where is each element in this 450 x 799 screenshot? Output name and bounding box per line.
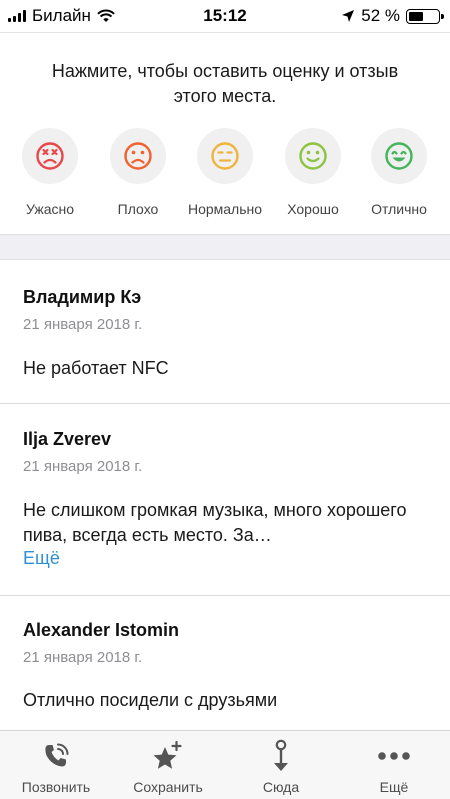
review-text: Не работает NFC: [23, 358, 169, 378]
review-item[interactable]: Владимир Кэ 21 января 2018 г. Не работае…: [0, 260, 450, 404]
tab-save-label: Сохранить: [133, 779, 203, 795]
battery-level-fill: [409, 11, 424, 21]
rating-prompt: Нажмите, чтобы оставить оценку и отзыв э…: [51, 61, 399, 106]
rating-option-good[interactable]: Хорошо: [268, 128, 358, 217]
rating-option-bad[interactable]: Плохо: [93, 128, 183, 217]
tab-save[interactable]: Сохранить: [112, 731, 224, 799]
rating-label-normal: Нормально: [187, 201, 263, 217]
rating-option-terrible[interactable]: Ужасно: [5, 128, 95, 217]
good-face-icon: [285, 128, 341, 184]
battery-icon: [406, 8, 444, 24]
tab-call-label: Позвонить: [21, 779, 91, 795]
tab-more[interactable]: Ещё: [338, 731, 450, 799]
tab-route[interactable]: Сюда: [225, 731, 337, 799]
pin-arrow-icon: [225, 739, 337, 773]
rating-label-excellent: Отлично: [371, 201, 427, 217]
rating-label-good: Хорошо: [287, 201, 339, 217]
neutral-face-icon: [197, 128, 253, 184]
phone-icon: [0, 739, 112, 773]
tab-route-label: Сюда: [262, 779, 300, 795]
tab-call[interactable]: Позвонить: [0, 731, 112, 799]
review-more-link[interactable]: Ещё: [23, 548, 60, 569]
rating-section: Нажмите, чтобы оставить оценку и отзыв э…: [0, 32, 450, 234]
review-date: 21 января 2018 г.: [23, 316, 143, 333]
more-dots-icon: [338, 739, 450, 773]
review-author: Alexander Istomin: [23, 620, 180, 640]
tab-more-label: Ещё: [379, 779, 409, 795]
review-text: Отлично посидели с друзьями: [23, 690, 278, 710]
rating-options: Ужасно Плохо Нормально Хорошо Отлично: [0, 128, 450, 218]
battery-percent: 52 %: [361, 6, 400, 25]
review-item[interactable]: Ilja Zverev 21 января 2018 г. Не слишком…: [0, 404, 450, 596]
location-arrow-icon: [342, 10, 355, 22]
place-screen: Билайн 15:12 52 % Нажмите, чтобы оставит…: [0, 0, 450, 799]
rating-label-bad: Плохо: [117, 201, 159, 217]
star-plus-icon: [112, 739, 224, 773]
review-author: Владимир Кэ: [23, 287, 142, 307]
excellent-face-icon: [371, 128, 427, 184]
rating-label-terrible: Ужасно: [25, 201, 75, 217]
status-bar: Билайн 15:12 52 %: [0, 0, 450, 32]
review-date: 21 января 2018 г.: [23, 458, 143, 475]
review-text: Не слишком громкая музыка, много хорошег…: [23, 500, 407, 545]
bad-face-icon: [110, 128, 166, 184]
section-divider: [0, 234, 450, 260]
rating-option-excellent[interactable]: Отлично: [354, 128, 444, 217]
review-date: 21 января 2018 г.: [23, 649, 143, 666]
review-author: Ilja Zverev: [23, 429, 112, 449]
review-item[interactable]: Alexander Istomin 21 января 2018 г. Отли…: [0, 596, 450, 736]
terrible-face-icon: [22, 128, 78, 184]
bottom-tab-bar: Позвонить Сохранить Сюда Ещё: [0, 730, 450, 799]
reviews-list: Владимир Кэ 21 января 2018 г. Не работае…: [0, 260, 450, 736]
rating-option-normal[interactable]: Нормально: [180, 128, 270, 217]
